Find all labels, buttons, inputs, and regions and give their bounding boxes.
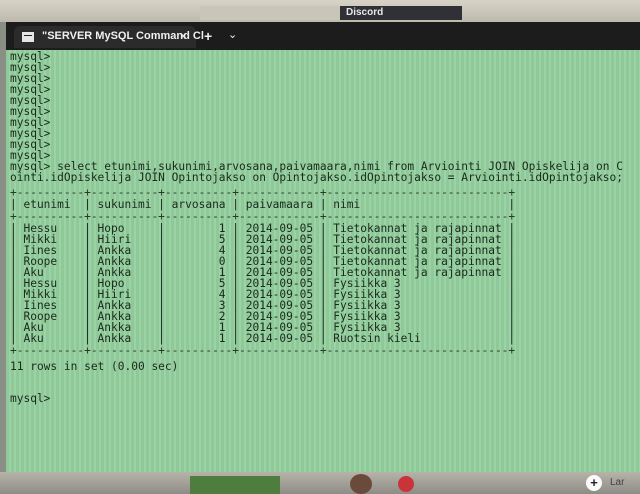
background-tab-discord: Discord [340, 6, 462, 20]
terminal-window: "SERVER MySQL Command Cl × + ⌄ mysql> my… [6, 22, 640, 472]
background-browser-strip: Discord [0, 0, 640, 22]
table-border: +----------+----------+----------+------… [10, 344, 516, 357]
terminal-icon [22, 32, 34, 42]
close-icon[interactable]: × [180, 29, 187, 43]
taskbar-app-thumbnail[interactable] [190, 476, 280, 494]
background-tab-faded [200, 6, 344, 20]
terminal-output[interactable]: mysql> mysql> mysql> mysql> mysql> mysql… [6, 50, 640, 472]
final-prompt[interactable]: mysql> [10, 393, 50, 405]
query-line: ointi.idOpiskelija JOIN Opintojakso on O… [10, 171, 623, 184]
result-summary: 11 rows in set (0.00 sec) [10, 360, 179, 373]
taskbar-label: Lar [610, 477, 625, 488]
avatar[interactable] [350, 474, 372, 494]
new-tab-button[interactable]: + [204, 28, 212, 44]
chevron-down-icon[interactable]: ⌄ [228, 28, 237, 41]
taskbar: + Lar [0, 472, 640, 494]
terminal-tab[interactable]: "SERVER MySQL Command Cl × [14, 26, 204, 48]
window-titlebar: "SERVER MySQL Command Cl × + ⌄ [6, 22, 640, 50]
notification-icon[interactable] [398, 476, 414, 492]
add-icon[interactable]: + [586, 475, 602, 491]
